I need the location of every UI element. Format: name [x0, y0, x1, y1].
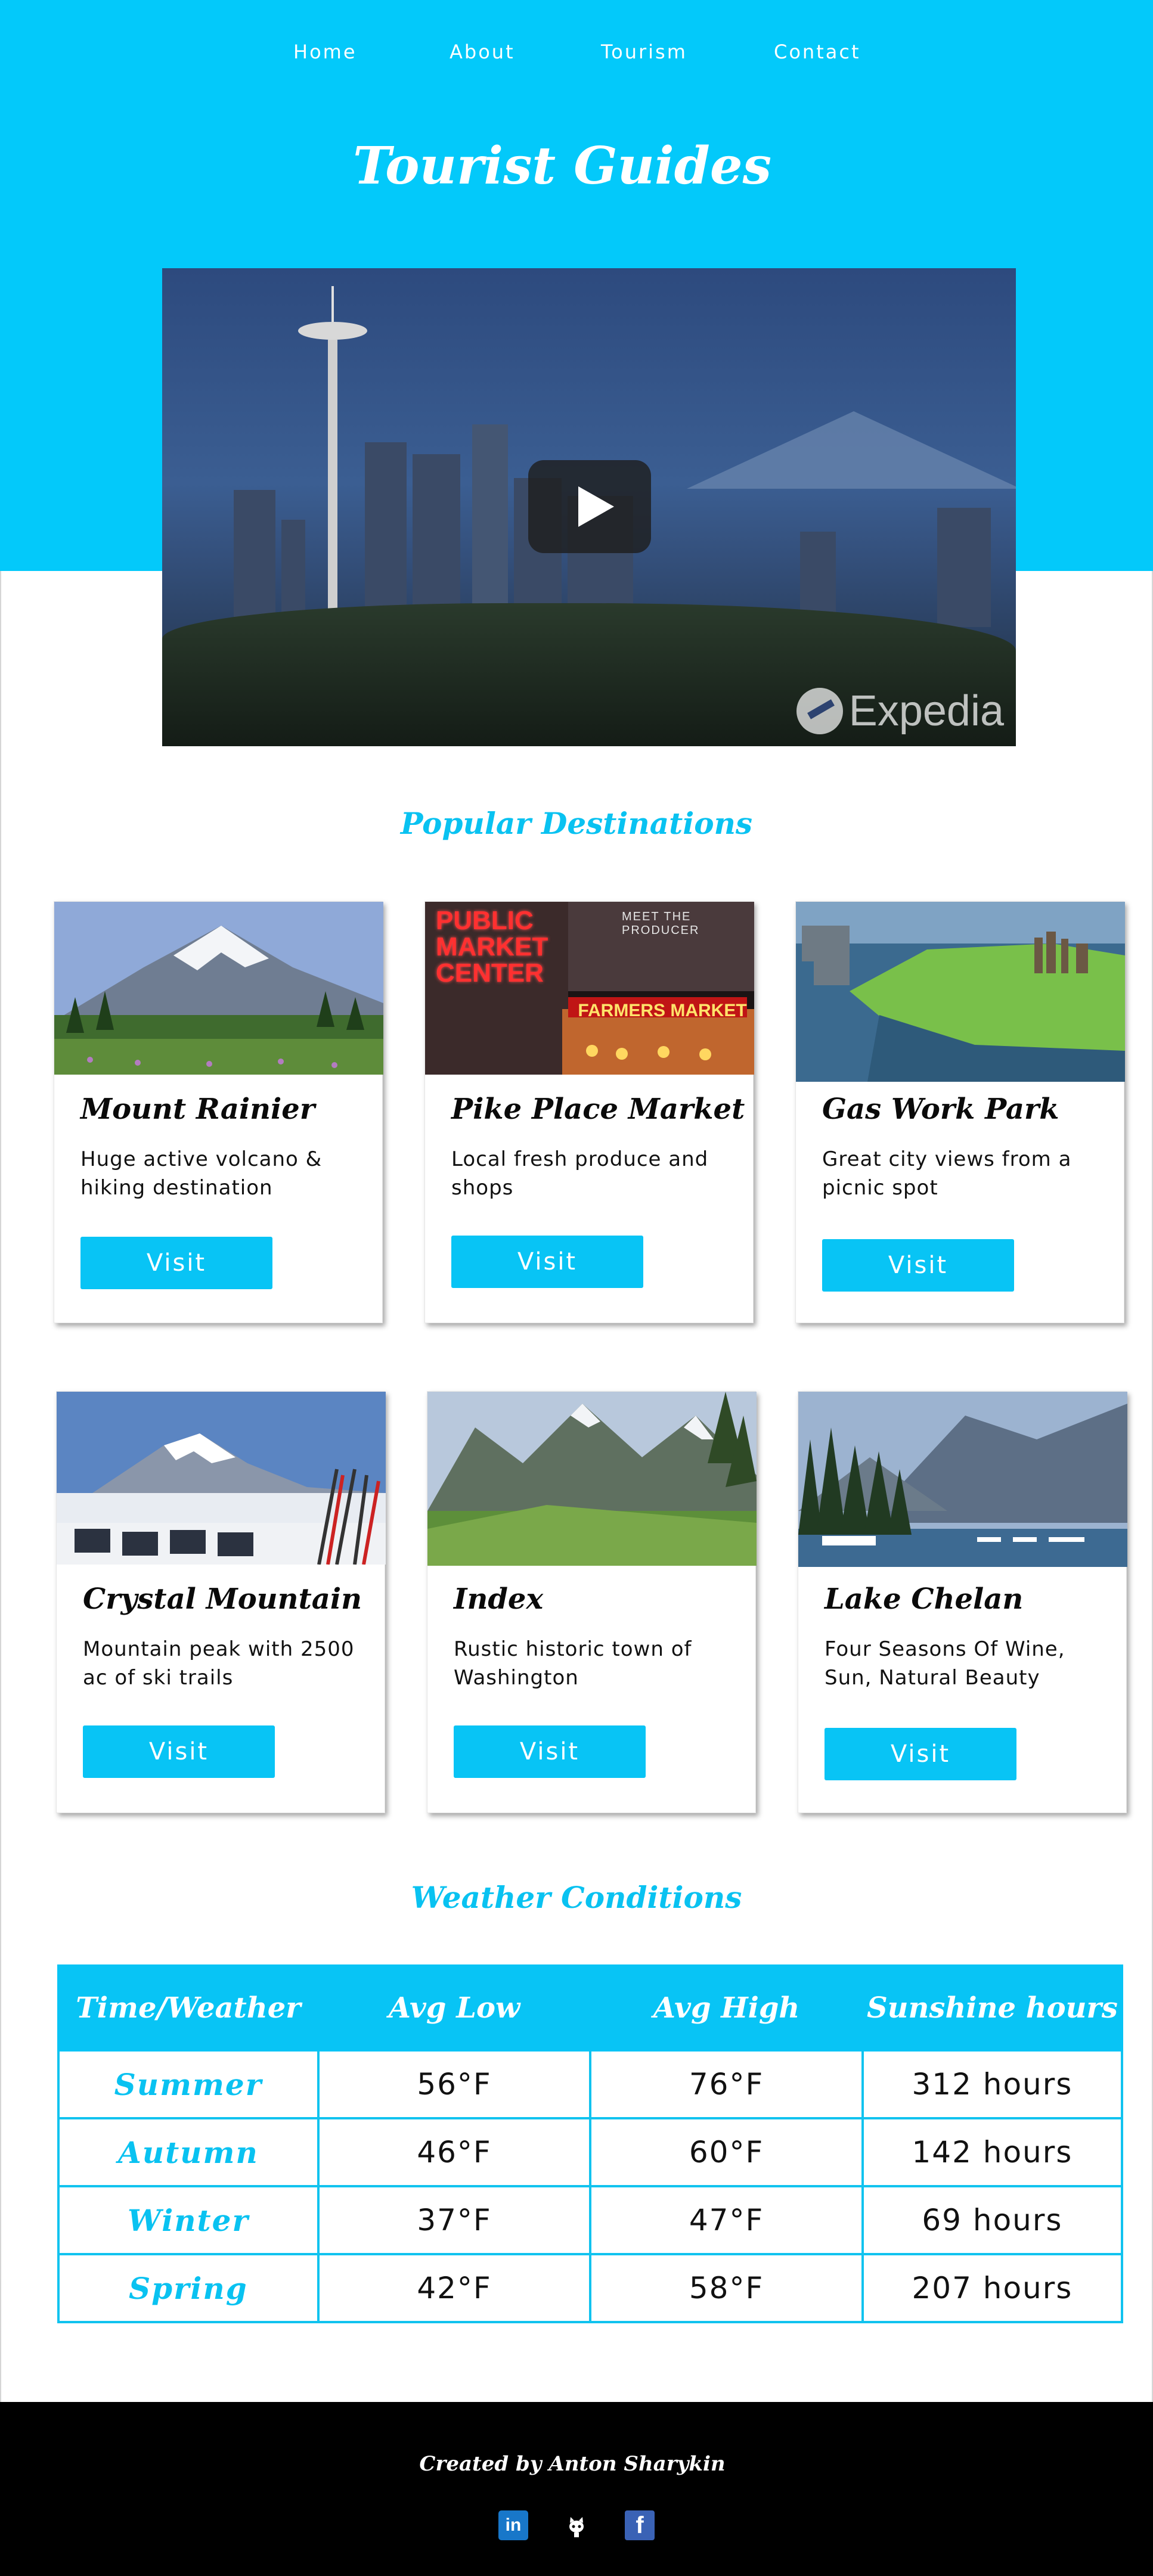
card-title: Pike Place Market	[451, 1093, 745, 1126]
skyline-building	[365, 442, 407, 627]
nav-home-link[interactable]: Home	[293, 37, 357, 67]
skyline-building	[234, 490, 275, 627]
destination-card-crystal-mountain: Crystal Mountain Mountain peak with 2500…	[56, 1391, 386, 1813]
table-row: Spring 42°F 58°F 207 hours	[57, 2253, 1124, 2323]
card-title: Gas Work Park	[822, 1093, 1059, 1126]
main-nav: Home About Tourism Contact	[0, 37, 1153, 67]
weather-title: Weather Conditions	[411, 1880, 742, 1915]
sunshine-cell: 207 hours	[861, 2253, 1124, 2323]
play-icon	[578, 486, 614, 527]
season-cell: Autumn	[57, 2117, 320, 2187]
skyline-building	[472, 424, 508, 627]
card-description: Great city views from a picnic spot	[822, 1147, 1072, 1200]
nav-tourism-link[interactable]: Tourism	[601, 37, 687, 67]
destination-card-mount-rainier: Mount Rainier Huge active volcano & hiki…	[54, 901, 383, 1323]
page-title: Tourist Guides	[353, 136, 771, 196]
expedia-logo-icon	[796, 688, 843, 734]
card-title: Index	[454, 1582, 544, 1616]
destination-card-pike-place-market: PUBLIC MARKET CENTER FARMERS MARKET MEET…	[424, 901, 754, 1323]
column-header: Sunshine hours	[861, 1964, 1124, 2052]
skyline-building	[413, 454, 460, 627]
card-description: Four Seasons Of Wine, Sun, Natural Beaut…	[825, 1637, 1065, 1690]
avg-high-cell: 47°F	[589, 2185, 864, 2255]
public-market-sign: PUBLIC MARKET CENTER	[436, 906, 548, 988]
weather-table: Time/Weather Avg Low Avg High Sunshine h…	[57, 1964, 1124, 2323]
destinations-title: Popular Destinations	[400, 806, 753, 841]
github-icon[interactable]	[562, 2510, 591, 2540]
season-cell: Winter	[57, 2185, 320, 2255]
table-row: Autumn 46°F 60°F 142 hours	[57, 2117, 1124, 2187]
season-cell: Summer	[57, 2049, 320, 2119]
sunshine-cell: 69 hours	[861, 2185, 1124, 2255]
card-description: Mountain peak with 2500 ac of ski trails	[83, 1637, 355, 1690]
footer-credit: Created by Anton Sharykin	[419, 2452, 726, 2476]
card-description: Rustic historic town of Washington	[454, 1637, 692, 1690]
play-button[interactable]	[528, 460, 651, 553]
column-header: Avg Low	[317, 1964, 592, 2052]
video-player[interactable]: Expedia	[162, 268, 1016, 746]
sunshine-cell: 312 hours	[861, 2049, 1124, 2119]
lake-chelan-image	[798, 1392, 1127, 1567]
farmers-market-sign: FARMERS MARKET	[578, 1001, 747, 1020]
index-image	[427, 1392, 757, 1566]
skyline-building	[937, 508, 991, 627]
table-row: Summer 56°F 76°F 312 hours	[57, 2049, 1124, 2119]
visit-button[interactable]: Visit	[83, 1725, 275, 1778]
sunshine-cell: 142 hours	[861, 2117, 1124, 2187]
avg-low-cell: 46°F	[317, 2117, 592, 2187]
card-description: Local fresh produce and shops	[451, 1147, 709, 1200]
visit-button[interactable]: Visit	[80, 1237, 272, 1289]
pike-place-market-image: PUBLIC MARKET CENTER FARMERS MARKET MEET…	[425, 902, 754, 1075]
avg-high-cell: 60°F	[589, 2117, 864, 2187]
card-description: Huge active volcano & hiking destination	[80, 1147, 323, 1200]
visit-button[interactable]: Visit	[451, 1236, 643, 1288]
column-header: Time/Weather	[57, 1964, 320, 2052]
expedia-watermark-text: Expedia	[848, 687, 1004, 735]
mount-rainier-silhouette	[687, 411, 1016, 489]
expedia-watermark: Expedia	[796, 684, 1004, 738]
card-title: Mount Rainier	[80, 1093, 315, 1126]
destination-card-gas-work-park: Gas Work Park Great city views from a pi…	[795, 901, 1125, 1323]
visit-button[interactable]: Visit	[822, 1239, 1014, 1292]
table-row: Winter 37°F 47°F 69 hours	[57, 2185, 1124, 2255]
meet-the-producer-sign: MEET THE PRODUCER	[622, 910, 700, 937]
facebook-icon[interactable]: f	[625, 2510, 655, 2540]
linkedin-icon[interactable]: in	[498, 2510, 528, 2540]
avg-high-cell: 76°F	[589, 2049, 864, 2119]
season-cell: Spring	[57, 2253, 320, 2323]
avg-low-cell: 37°F	[317, 2185, 592, 2255]
crystal-mountain-image	[57, 1392, 386, 1565]
visit-button[interactable]: Visit	[454, 1725, 646, 1778]
destination-card-lake-chelan: Lake Chelan Four Seasons Of Wine, Sun, N…	[798, 1391, 1127, 1813]
card-title: Crystal Mountain	[83, 1582, 362, 1616]
destination-card-index: Index Rustic historic town of Washington…	[427, 1391, 757, 1813]
column-header: Avg High	[589, 1964, 864, 2052]
avg-low-cell: 56°F	[317, 2049, 592, 2119]
mount-rainier-image	[54, 902, 383, 1075]
footer: Created by Anton Sharykin in f	[0, 2402, 1153, 2576]
avg-low-cell: 42°F	[317, 2253, 592, 2323]
table-header-row: Time/Weather Avg Low Avg High Sunshine h…	[57, 1964, 1124, 2052]
nav-contact-link[interactable]: Contact	[774, 37, 861, 67]
gas-work-park-image	[796, 902, 1125, 1082]
visit-button[interactable]: Visit	[825, 1728, 1016, 1780]
card-title: Lake Chelan	[825, 1582, 1024, 1616]
avg-high-cell: 58°F	[589, 2253, 864, 2323]
nav-about-link[interactable]: About	[450, 37, 515, 67]
